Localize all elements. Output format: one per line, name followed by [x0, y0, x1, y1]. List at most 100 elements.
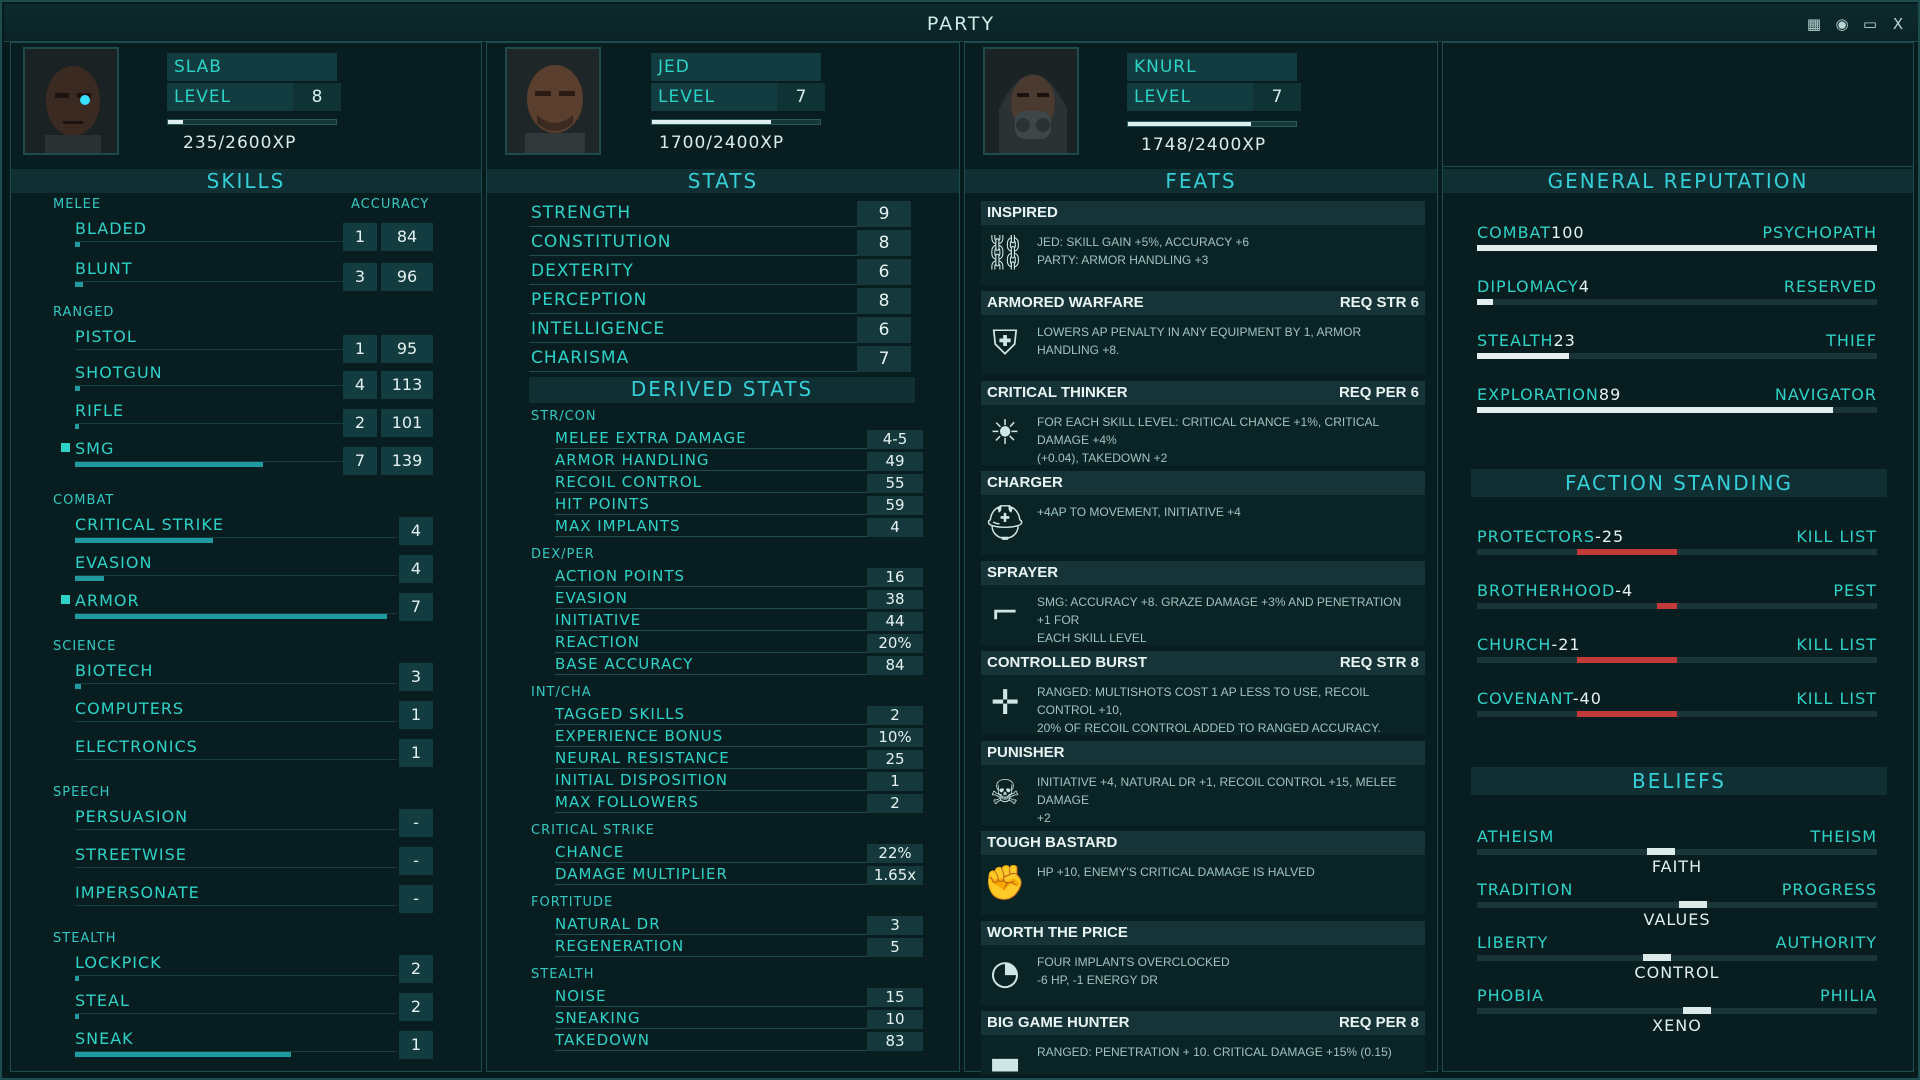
skill-steal[interactable]: STEAL [75, 991, 130, 1010]
derived-label-max-followers[interactable]: MAX FOLLOWERS [555, 793, 699, 811]
skill-bladed[interactable]: BLADED [75, 219, 147, 238]
derived-value-reaction: 20% [867, 634, 923, 653]
rank-computers: 1 [399, 701, 433, 729]
faction-covenant-rank: KILL LIST [1796, 689, 1877, 708]
faction-header: FACTION STANDING [1471, 469, 1887, 497]
skill-critical-strike[interactable]: CRITICAL STRIKE [75, 515, 224, 534]
char-name-slab: SLAB [167, 53, 337, 81]
feat-punisher[interactable]: PUNISHER [981, 741, 1425, 765]
faction-protectors-label: PROTECTORS-25 [1477, 527, 1625, 546]
belief-marker-values[interactable] [1679, 901, 1707, 908]
feat-sprayer[interactable]: SPRAYER [981, 561, 1425, 585]
derived-label-hit-points[interactable]: HIT POINTS [555, 495, 650, 513]
feat-name: WORTH THE PRICE [987, 924, 1128, 941]
faction-brotherhood-bar [1477, 603, 1877, 609]
derived-label-melee-extra-damage[interactable]: MELEE EXTRA DAMAGE [555, 429, 747, 447]
feat-tough-bastard[interactable]: TOUGH BASTARD [981, 831, 1425, 855]
derived-label-armor-handling[interactable]: ARMOR HANDLING [555, 451, 710, 469]
skill-persuasion[interactable]: PERSUASION [75, 807, 188, 826]
derived-value-evasion: 38 [867, 590, 923, 609]
feat-big-game-hunter[interactable]: BIG GAME HUNTER REQ PER 8 [981, 1011, 1425, 1035]
stat-label-charisma[interactable]: CHARISMA [531, 348, 629, 368]
accuracy-label: ACCURACY [351, 197, 430, 212]
derived-label-experience-bonus[interactable]: EXPERIENCE BONUS [555, 727, 723, 745]
level-label-knurl: LEVEL [1127, 83, 1253, 111]
skill-streetwise[interactable]: STREETWISE [75, 845, 187, 864]
derived-group-critical-strike: CRITICAL STRIKE [531, 823, 655, 838]
feats-header: FEATS [965, 169, 1437, 193]
skill-sneak[interactable]: SNEAK [75, 1029, 134, 1048]
belief-marker-control[interactable] [1643, 954, 1671, 961]
stat-label-perception[interactable]: PERCEPTION [531, 290, 647, 310]
skill-rifle[interactable]: RIFLE [75, 401, 124, 420]
brain-icon[interactable]: ◉ [1832, 14, 1852, 34]
portrait-knurl[interactable] [983, 47, 1079, 155]
derived-label-base-accuracy[interactable]: BASE ACCURACY [555, 655, 693, 673]
skill-shotgun[interactable]: SHOTGUN [75, 363, 163, 382]
derived-label-tagged-skills[interactable]: TAGGED SKILLS [555, 705, 685, 723]
rep-diplomacy-fill [1477, 299, 1493, 305]
stat-label-intelligence[interactable]: INTELLIGENCE [531, 319, 665, 339]
derived-label-max-implants[interactable]: MAX IMPLANTS [555, 517, 681, 535]
derived-label-damage-multiplier[interactable]: DAMAGE MULTIPLIER [555, 865, 728, 883]
empty-party-slot[interactable] [1443, 43, 1913, 167]
feat-desc-line: (+0.04), TAKEDOWN +2 [1037, 451, 1168, 465]
skill-bar-evasion [75, 576, 104, 581]
derived-label-sneaking[interactable]: SNEAKING [555, 1009, 641, 1027]
feat-worth-the-price[interactable]: WORTH THE PRICE [981, 921, 1425, 945]
skill-smg[interactable]: SMG [75, 439, 114, 458]
derived-label-reaction[interactable]: REACTION [555, 633, 640, 651]
feat-desc-line: HP +10, ENEMY'S CRITICAL DAMAGE IS HALVE… [1037, 865, 1315, 879]
skill-lockpick[interactable]: LOCKPICK [75, 953, 162, 972]
belief-marker-faith[interactable] [1647, 848, 1675, 855]
derived-label-noise[interactable]: NOISE [555, 987, 606, 1005]
screen-icon[interactable]: ▭ [1860, 14, 1880, 34]
xp-text-jed: 1700/2400XP [659, 133, 785, 153]
belief-marker-xeno[interactable] [1683, 1007, 1711, 1014]
derived-label-takedown[interactable]: TAKEDOWN [555, 1031, 650, 1049]
derived-label-initial-disposition[interactable]: INITIAL DISPOSITION [555, 771, 728, 789]
skill-computers[interactable]: COMPUTERS [75, 699, 184, 718]
feat-name: PUNISHER [987, 744, 1065, 761]
level-label-jed: LEVEL [651, 83, 777, 111]
skill-armor[interactable]: ARMOR [75, 591, 140, 610]
skill-biotech[interactable]: BIOTECH [75, 661, 153, 680]
feat-armored-warfare[interactable]: ARMORED WARFARE REQ STR 6 [981, 291, 1425, 315]
derived-label-action-points[interactable]: ACTION POINTS [555, 567, 685, 585]
skill-bar-steal [75, 1014, 79, 1019]
feat-critical-thinker[interactable]: CRITICAL THINKER REQ PER 6 [981, 381, 1425, 405]
derived-label-chance[interactable]: CHANCE [555, 843, 624, 861]
derived-label-evasion[interactable]: EVASION [555, 589, 628, 607]
accuracy-smg: 139 [381, 447, 433, 475]
feat-controlled-burst[interactable]: CONTROLLED BURST REQ STR 8 [981, 651, 1425, 675]
calendar-icon[interactable]: ▦ [1804, 14, 1824, 34]
derived-value-max-implants: 4 [867, 518, 923, 537]
stat-label-dexterity[interactable]: DEXTERITY [531, 261, 634, 281]
derived-label-initiative[interactable]: INITIATIVE [555, 611, 641, 629]
skill-electronics[interactable]: ELECTRONICS [75, 737, 198, 756]
feat-description: SMG: ACCURACY +8. GRAZE DAMAGE +3% AND P… [1037, 593, 1417, 647]
accuracy-pistol: 95 [381, 335, 433, 363]
category-science: SCIENCE [53, 639, 117, 654]
derived-label-regeneration[interactable]: REGENERATION [555, 937, 684, 955]
feat-name: TOUGH BASTARD [987, 834, 1118, 851]
feat-charger[interactable]: CHARGER [981, 471, 1425, 495]
feat-desc-line: FOUR IMPLANTS OVERCLOCKED [1037, 955, 1230, 969]
belief-right-authority: AUTHORITY [1775, 933, 1877, 952]
portrait-jed[interactable] [505, 47, 601, 155]
skill-evasion[interactable]: EVASION [75, 553, 152, 572]
xp-text-knurl: 1748/2400XP [1141, 135, 1267, 155]
stat-label-strength[interactable]: STRENGTH [531, 203, 631, 223]
portrait-slab[interactable] [23, 47, 119, 155]
feat-inspired[interactable]: INSPIRED [981, 201, 1425, 225]
skill-impersonate[interactable]: IMPERSONATE [75, 883, 200, 902]
stat-label-constitution[interactable]: CONSTITUTION [531, 232, 671, 252]
skill-blunt[interactable]: BLUNT [75, 259, 133, 278]
close-icon[interactable]: X [1888, 14, 1908, 34]
derived-label-recoil-control[interactable]: RECOIL CONTROL [555, 473, 702, 491]
char-name-jed: JED [651, 53, 821, 81]
skill-pistol[interactable]: PISTOL [75, 327, 137, 346]
derived-label-neural-resistance[interactable]: NEURAL RESISTANCE [555, 749, 730, 767]
derived-label-natural-dr[interactable]: NATURAL DR [555, 915, 661, 933]
faction-protectors-fill [1577, 549, 1677, 555]
